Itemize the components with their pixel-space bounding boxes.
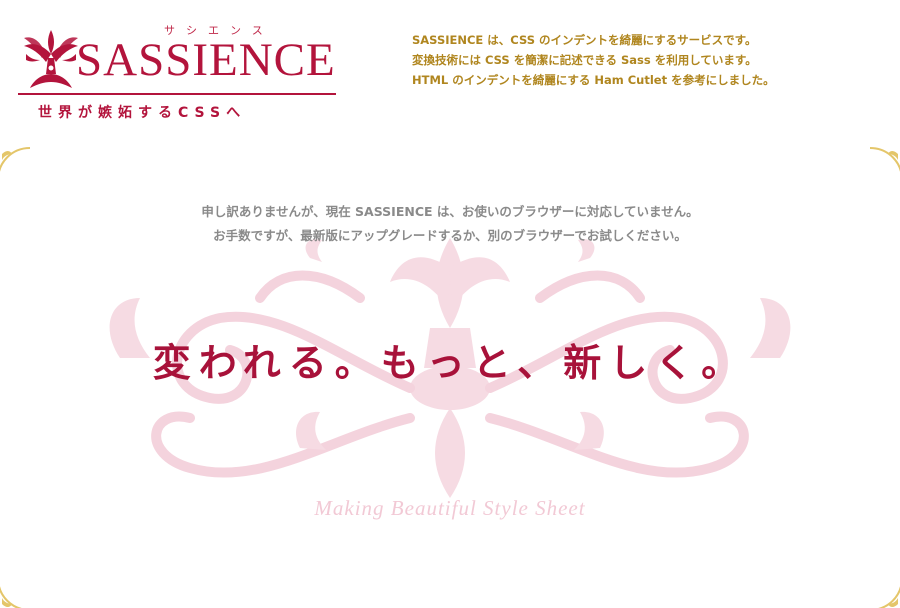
logo-wordmark: SASSIENCE — [76, 34, 336, 86]
gold-corner-flourish-icon — [0, 147, 31, 173]
logo-tagline: 世界が嫉妬するCSSへ — [38, 105, 247, 121]
notice-line: 申し訳ありませんが、現在 SASSIENCE は、お使いのブラウザーに対応してい… — [201, 204, 699, 219]
browser-notice: 申し訳ありませんが、現在 SASSIENCE は、お使いのブラウザーに対応してい… — [0, 200, 900, 248]
gold-corner-flourish-icon — [0, 585, 23, 608]
page: サシエンス SASSIENCE 世界が嫉妬するCSSへ SASSIENCE は、… — [0, 0, 900, 608]
intro-text: SASSIENCE は、CSS のインデントを綺麗にするサービスです。 変換技術… — [412, 30, 882, 90]
notice-line: お手数ですが、最新版にアップグレードするか、別のブラウザーでお試しください。 — [213, 228, 687, 243]
header: サシエンス SASSIENCE 世界が嫉妬するCSSへ SASSIENCE は、… — [0, 0, 900, 140]
main-panel: 申し訳ありませんが、現在 SASSIENCE は、お使いのブラウザーに対応してい… — [0, 147, 900, 608]
gold-corner-flourish-icon — [869, 147, 900, 173]
intro-line: SASSIENCE は、CSS のインデントを綺麗にするサービスです。 — [412, 33, 757, 47]
slogan-headline: 変われる。もっと、新しく。 — [152, 340, 748, 385]
intro-line: HTML のインデントを綺麗にする Ham Cutlet を参考にしました。 — [412, 73, 775, 87]
logo-divider — [18, 93, 336, 95]
script-tagline: Making Beautiful Style Sheet — [314, 496, 586, 520]
site-logo[interactable]: サシエンス SASSIENCE 世界が嫉妬するCSSへ — [18, 22, 338, 132]
gold-corner-flourish-icon — [877, 585, 900, 608]
intro-line: 変換技術には CSS を簡潔に記述できる Sass を利用しています。 — [412, 53, 757, 67]
fleur-crest-icon — [24, 30, 78, 88]
